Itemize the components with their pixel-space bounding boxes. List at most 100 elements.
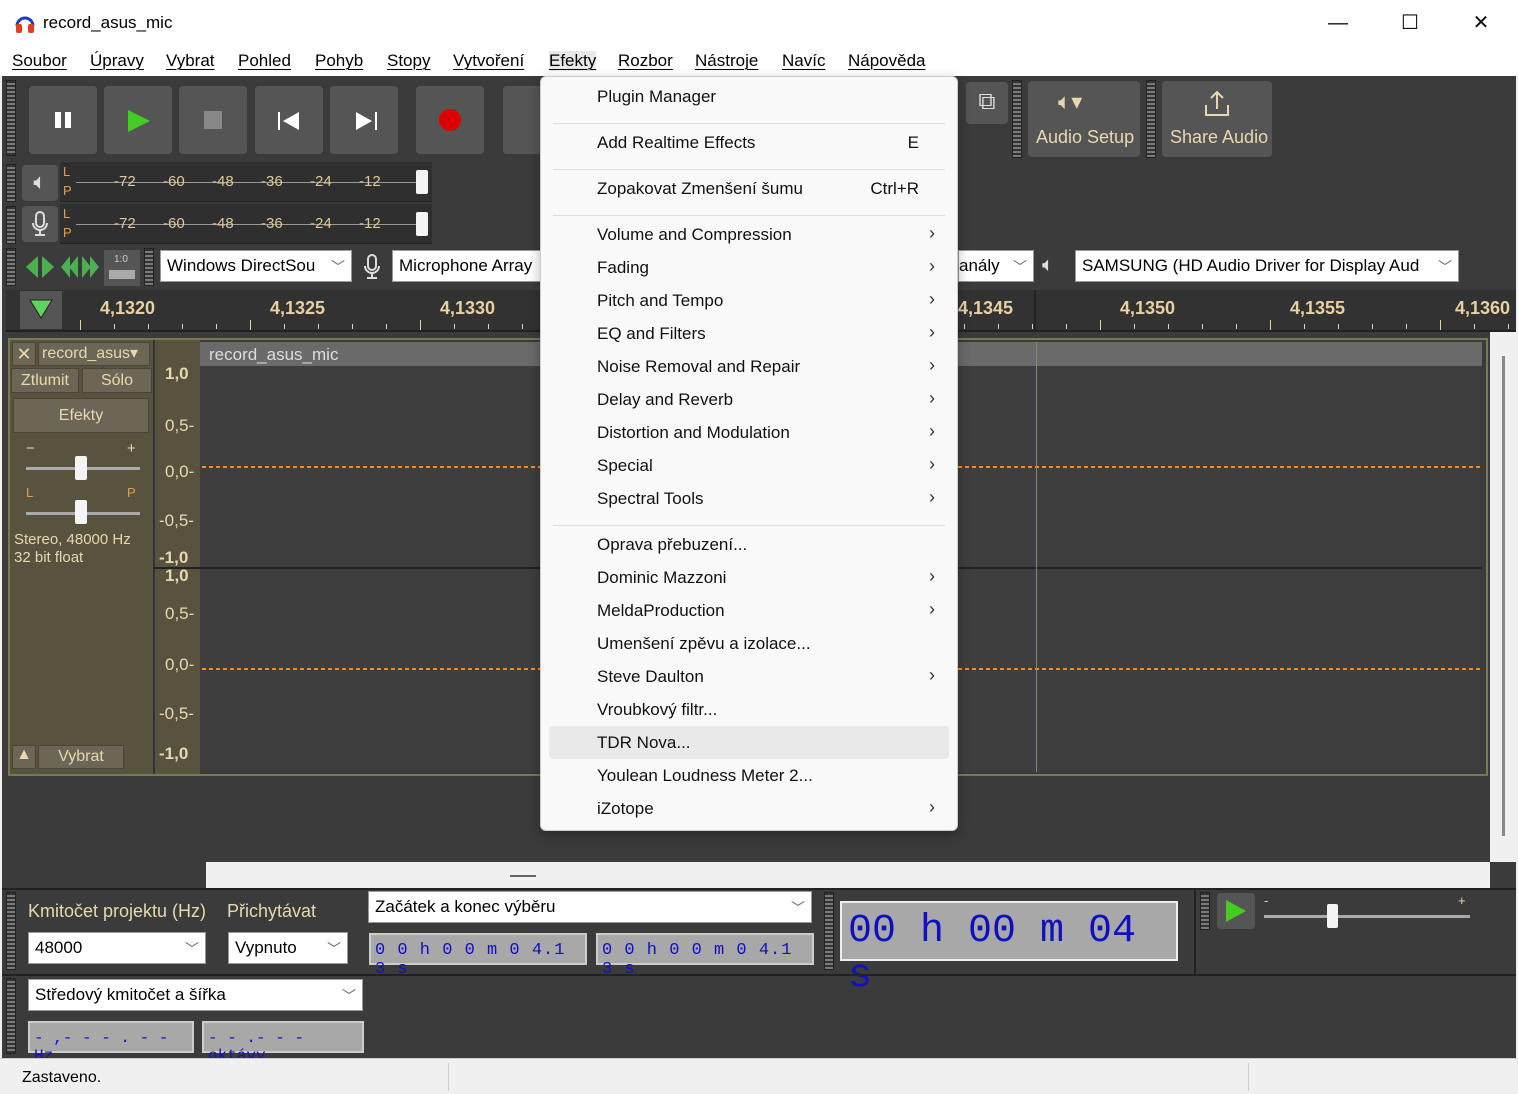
effects-menu-item[interactable]: iZotope › — [549, 792, 949, 825]
menu-10[interactable]: Nástroje — [695, 51, 758, 71]
effects-menu-item[interactable]: EQ and Filters › — [549, 317, 949, 350]
playback-meter[interactable]: L P -72 -60 -48 -36 -24 -12 — [60, 162, 432, 202]
effects-menu-item[interactable]: Add Realtime Effects E — [549, 126, 949, 159]
loop-button[interactable] — [503, 86, 543, 154]
play-button[interactable] — [104, 86, 172, 154]
meter-slider-thumb[interactable] — [416, 170, 428, 194]
timeline-options-button[interactable] — [20, 291, 62, 329]
menu-9[interactable]: Rozbor — [618, 51, 673, 71]
effects-menu-item[interactable]: Youlean Loudness Meter 2... — [549, 759, 949, 792]
toolbar-grip[interactable] — [6, 164, 16, 202]
toolbar-grip[interactable] — [1012, 80, 1022, 158]
effects-menu-item[interactable]: Fading › — [549, 251, 949, 284]
solo-button[interactable]: Sólo — [82, 368, 152, 393]
fit-project-icon[interactable] — [60, 254, 100, 280]
mute-button[interactable]: Ztlumit — [11, 368, 79, 393]
effects-menu-item[interactable]: Volume and Compression › — [549, 218, 949, 251]
effects-menu-item[interactable]: Pitch and Tempo › — [549, 284, 949, 317]
toolbar-grip[interactable] — [144, 248, 154, 286]
toolbar-grip[interactable] — [1200, 892, 1210, 930]
menu-11[interactable]: Navíc — [782, 51, 825, 71]
audio-setup-button[interactable]: 🔈︎▾ Audio Setup — [1028, 81, 1140, 157]
vertical-scrollbar[interactable] — [1490, 332, 1516, 862]
effects-menu-item[interactable]: Umenšení zpěvu a izolace... — [549, 627, 949, 660]
project-rate-select[interactable]: 48000 ﹀ — [28, 932, 206, 964]
menu-1[interactable]: Soubor — [12, 51, 67, 71]
effects-menu-item[interactable]: Noise Removal and Repair › — [549, 350, 949, 383]
toolbar-grip[interactable] — [6, 978, 16, 1054]
share-audio-button[interactable]: Share Audio — [1162, 81, 1272, 157]
recording-meter[interactable]: L P -72 -60 -48 -36 -24 -12 — [60, 204, 432, 244]
skip-end-button[interactable] — [330, 86, 398, 154]
menu-7[interactable]: Vytvoření — [453, 51, 524, 71]
copy-icon[interactable]: ⧉ — [966, 82, 1008, 124]
center-frequency-field[interactable]: - ,- - - . - - Hz — [28, 1021, 194, 1065]
gain-slider-thumb[interactable] — [75, 456, 87, 480]
toolbar-grip[interactable] — [1146, 80, 1156, 158]
maximize-button[interactable]: ☐ — [1390, 8, 1430, 38]
playback-speed-thumb[interactable] — [1327, 904, 1338, 928]
recording-channels-select[interactable]: anály ﹀ — [958, 250, 1034, 282]
effects-menu-item[interactable]: Oprava přebuzení... — [549, 528, 949, 561]
selection-start-time[interactable]: 0 0 h 0 0 m 0 4.1 3 s — [369, 933, 587, 979]
minimize-button[interactable]: — — [1318, 8, 1358, 38]
track-menu-button[interactable]: record_asus▾ — [38, 342, 150, 366]
playback-speed-slider[interactable] — [1264, 915, 1470, 918]
menu-2[interactable]: Úpravy — [90, 51, 144, 71]
fit-selection-icon[interactable] — [24, 254, 56, 280]
menu-6[interactable]: Stopy — [387, 51, 430, 71]
close-button[interactable]: ✕ — [1461, 8, 1501, 38]
spectral-mode-select[interactable]: Středový kmitočet a šířka ﹀ — [28, 979, 363, 1011]
toolbar-grip[interactable] — [6, 80, 16, 156]
playback-meter-speaker-icon[interactable]: 🔈︎ — [22, 165, 58, 201]
play-at-speed-button[interactable] — [1217, 893, 1255, 929]
selection-mode-select[interactable]: Začátek a konec výběru ﹀ — [368, 891, 812, 923]
effects-menu-item[interactable]: Delay and Reverb › — [549, 383, 949, 416]
vertical-scrollbar-thumb[interactable] — [1502, 356, 1505, 836]
toolbar-grip[interactable] — [824, 892, 834, 970]
effects-button[interactable]: Efekty — [13, 398, 149, 433]
effects-menu-item[interactable]: Dominic Mazzoni › — [549, 561, 949, 594]
record-button[interactable] — [416, 86, 484, 154]
horizontal-scrollbar[interactable] — [206, 862, 1490, 888]
time-display[interactable]: 00 h 00 m 04 s — [840, 901, 1178, 999]
menu-3[interactable]: Vybrat — [166, 51, 215, 71]
menu-4[interactable]: Pohled — [238, 51, 291, 71]
menu-12[interactable]: Nápověda — [848, 51, 926, 71]
snap-select[interactable]: Vypnuto ﹀ — [228, 932, 348, 964]
zoom-toggle-icon[interactable]: 1:0 — [104, 250, 140, 286]
effects-menu-item[interactable]: Distortion and Modulation › — [549, 416, 949, 449]
menu-5[interactable]: Pohyb — [315, 51, 363, 71]
effects-menu-item[interactable]: TDR Nova... — [549, 726, 949, 759]
horizontal-scrollbar-thumb[interactable] — [510, 875, 536, 877]
bandwidth-field[interactable]: - - .- - - oktávy — [202, 1021, 364, 1065]
effects-menu-item[interactable]: Vroubkový filtr... — [549, 693, 949, 726]
toolbar-grip[interactable] — [6, 892, 16, 970]
effects-menu-item[interactable]: Spectral Tools › — [549, 482, 949, 515]
chevron-right-icon: › — [929, 566, 935, 586]
toolbar-grip[interactable] — [6, 206, 16, 244]
effects-menu-item[interactable]: Special › — [549, 449, 949, 482]
selection-end-time[interactable]: 0 0 h 0 0 m 0 4.1 3 s — [596, 933, 814, 979]
stop-button[interactable] — [179, 86, 247, 154]
effects-menu-item[interactable]: Plugin Manager — [549, 80, 949, 113]
skip-start-button[interactable] — [255, 86, 323, 154]
select-track-button[interactable]: Vybrat — [38, 745, 124, 769]
menu-item-label: Delay and Reverb — [597, 390, 734, 409]
menu-item-label: Umenšení zpěvu a izolace... — [597, 634, 811, 653]
recording-device-select[interactable]: Microphone Array — [392, 250, 542, 282]
close-track-icon[interactable]: ✕ — [12, 342, 36, 366]
pan-slider-thumb[interactable] — [75, 500, 87, 524]
record-meter-microphone-icon[interactable] — [22, 206, 58, 242]
effects-menu-item[interactable]: MeldaProduction › — [549, 594, 949, 627]
effects-menu-item[interactable]: Steve Daulton › — [549, 660, 949, 693]
menu-8[interactable]: Efekty — [549, 51, 597, 71]
pause-button[interactable] — [29, 86, 97, 154]
playback-device-select[interactable]: SAMSUNG (HD Audio Driver for Display Aud… — [1075, 250, 1459, 282]
meter-slider-thumb[interactable] — [416, 212, 428, 236]
audio-host-select[interactable]: Windows DirectSou ﹀ — [160, 250, 352, 282]
ruler-tick-label: 4,1355 — [1290, 298, 1346, 318]
collapse-track-icon[interactable]: ▲ — [12, 745, 36, 769]
toolbar-grip[interactable] — [6, 248, 16, 286]
effects-menu-item[interactable]: Zopakovat Zmenšení šumu Ctrl+R — [549, 172, 949, 205]
